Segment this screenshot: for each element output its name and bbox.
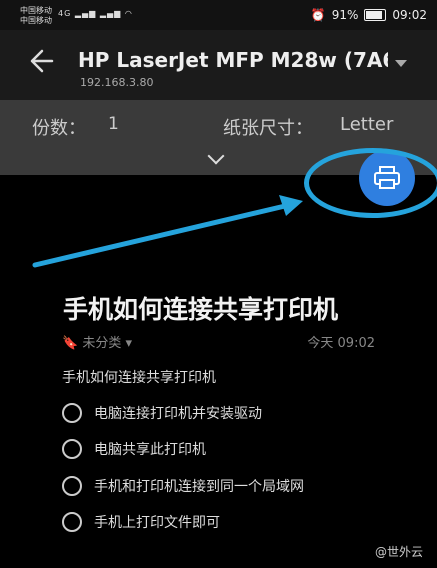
watermark: @世外云: [374, 545, 423, 559]
note-intro: 手机如何连接共享打印机: [62, 370, 216, 386]
bookmark-icon: 🔖: [62, 336, 79, 351]
checkbox-icon[interactable]: [62, 512, 82, 532]
category-selector[interactable]: 🔖 未分类 ▾: [62, 332, 132, 351]
checklist-label: 手机和打印机连接到同一个局域网: [94, 479, 304, 495]
category-label: 未分类: [82, 336, 122, 351]
checkbox-icon[interactable]: [62, 439, 82, 459]
note-timestamp: 今天 09:02: [307, 336, 375, 351]
checklist-item[interactable]: 电脑共享此打印机: [62, 439, 206, 459]
checklist-label: 电脑连接打印机并安装驱动: [94, 406, 262, 422]
checklist-label: 电脑共享此打印机: [94, 442, 206, 458]
note-title: 手机如何连接共享打印机: [63, 295, 339, 324]
checkbox-icon[interactable]: [62, 403, 82, 423]
checklist-label: 手机上打印文件即可: [94, 515, 220, 531]
checklist-item[interactable]: 手机上打印文件即可: [62, 512, 220, 532]
checklist-item[interactable]: 电脑连接打印机并安装驱动: [62, 403, 262, 423]
caret-down-icon: ▾: [125, 336, 133, 351]
checkbox-icon[interactable]: [62, 476, 82, 496]
checklist-item[interactable]: 手机和打印机连接到同一个局域网: [62, 476, 304, 496]
